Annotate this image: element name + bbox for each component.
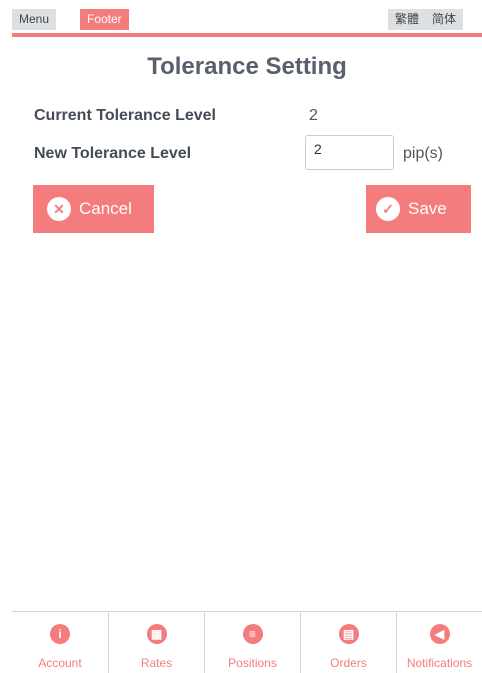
nav-item-orders[interactable]: ▤ Orders	[301, 612, 397, 673]
new-tolerance-input[interactable]	[305, 135, 394, 170]
footer-button[interactable]: Footer	[80, 9, 129, 30]
new-tolerance-label: New Tolerance Level	[34, 145, 192, 162]
close-icon: ✕	[47, 197, 71, 221]
menu-button[interactable]: Menu	[12, 9, 57, 30]
save-button-label: Save	[408, 199, 447, 218]
speaker-icon: ◀	[429, 624, 450, 644]
nav-label: Notifications	[406, 656, 473, 670]
top-bar: Menu Footer 繁體 简体	[12, 9, 482, 31]
bottom-navigation: i Account ▦ Rates ≡ Positions ▤ Orders ◀…	[12, 611, 482, 673]
page-title: Tolerance Setting	[147, 53, 347, 80]
nav-item-notifications[interactable]: ◀ Notifications	[397, 612, 482, 673]
nav-label: Account	[38, 656, 82, 670]
save-button[interactable]: ✓ Save	[366, 185, 471, 233]
unit-label: pip(s)	[403, 145, 444, 162]
simplified-chinese-button[interactable]: 简体	[425, 9, 464, 30]
current-tolerance-label: Current Tolerance Level	[34, 107, 216, 124]
nav-label: Orders	[330, 656, 367, 670]
cancel-button[interactable]: ✕ Cancel	[33, 185, 154, 233]
nav-label: Positions	[228, 656, 277, 670]
calendar-icon: ▤	[338, 624, 359, 644]
current-tolerance-value: 2	[309, 107, 318, 124]
grid-icon: ▦	[146, 624, 167, 644]
nav-item-rates[interactable]: ▦ Rates	[109, 612, 205, 673]
nav-item-account[interactable]: i Account	[12, 612, 109, 673]
list-icon: ≡	[242, 624, 263, 644]
nav-label: Rates	[140, 656, 173, 670]
nav-item-positions[interactable]: ≡ Positions	[205, 612, 301, 673]
info-icon: i	[50, 624, 70, 644]
check-icon: ✓	[376, 197, 400, 221]
header-divider	[12, 33, 482, 37]
cancel-button-label: Cancel	[79, 199, 132, 218]
traditional-chinese-button[interactable]: 繁體	[388, 9, 427, 30]
